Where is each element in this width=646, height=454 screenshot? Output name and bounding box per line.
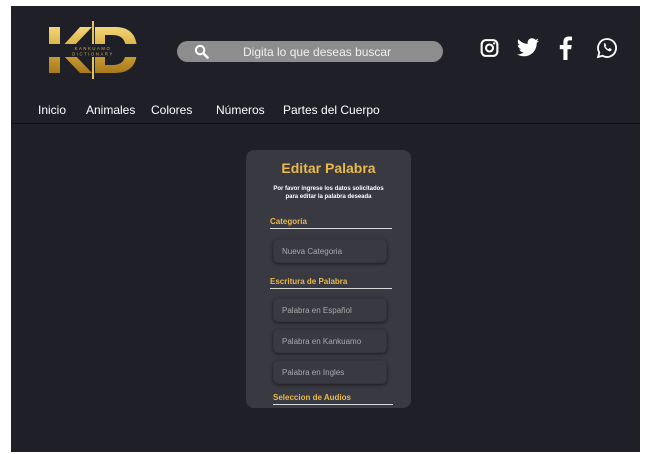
nav-item-colores[interactable]: Colores — [151, 103, 192, 117]
app-window: KANKUAMO DICTIONARY Digita lo que deseas… — [11, 6, 640, 452]
word-kankuamo-field[interactable] — [273, 329, 387, 353]
form-subtitle-line-1: Por favor ingrese los datos solicitados — [273, 186, 384, 192]
word-english-input[interactable] — [274, 361, 386, 383]
brand-logo[interactable]: KANKUAMO DICTIONARY — [46, 21, 141, 79]
category-input[interactable] — [274, 240, 386, 262]
logo-tagline-2: DICTIONARY — [72, 52, 114, 57]
nav-item-partes-del-cuerpo[interactable]: Partes del Cuerpo — [283, 103, 380, 117]
whatsapp-icon[interactable] — [596, 36, 618, 60]
facebook-icon[interactable] — [556, 36, 574, 60]
logo-tagline-1: KANKUAMO — [75, 46, 112, 51]
nav-item-numeros[interactable]: Números — [216, 103, 265, 117]
form-subtitle-line-2: para editar la palabra deseada — [285, 194, 372, 200]
word-english-field[interactable] — [273, 360, 387, 384]
header-divider — [11, 123, 640, 124]
word-spanish-field[interactable] — [273, 298, 387, 322]
form-subtitle: Por favor ingrese los datos solicitados … — [256, 185, 401, 201]
main-nav: Inicio Animales Colores Números Partes d… — [11, 101, 640, 123]
word-kankuamo-input[interactable] — [274, 330, 386, 352]
section-audio: Seleccion de Audios — [273, 393, 393, 405]
section-word: Escritura de Palabra — [270, 277, 392, 289]
nav-item-inicio[interactable]: Inicio — [38, 103, 66, 117]
search-icon[interactable] — [194, 44, 209, 59]
search-bar[interactable]: Digita lo que deseas buscar — [177, 41, 443, 62]
section-category: Categoria — [270, 217, 392, 229]
category-field[interactable] — [273, 239, 387, 263]
instagram-icon[interactable] — [479, 36, 500, 60]
form-title: Editar Palabra — [281, 160, 376, 176]
word-spanish-input[interactable] — [274, 299, 386, 321]
edit-word-card: Editar Palabra Por favor ingrese los dat… — [246, 150, 411, 408]
search-placeholder[interactable]: Digita lo que deseas buscar — [243, 45, 391, 59]
twitter-icon[interactable] — [515, 36, 541, 60]
nav-item-animales[interactable]: Animales — [86, 103, 135, 117]
